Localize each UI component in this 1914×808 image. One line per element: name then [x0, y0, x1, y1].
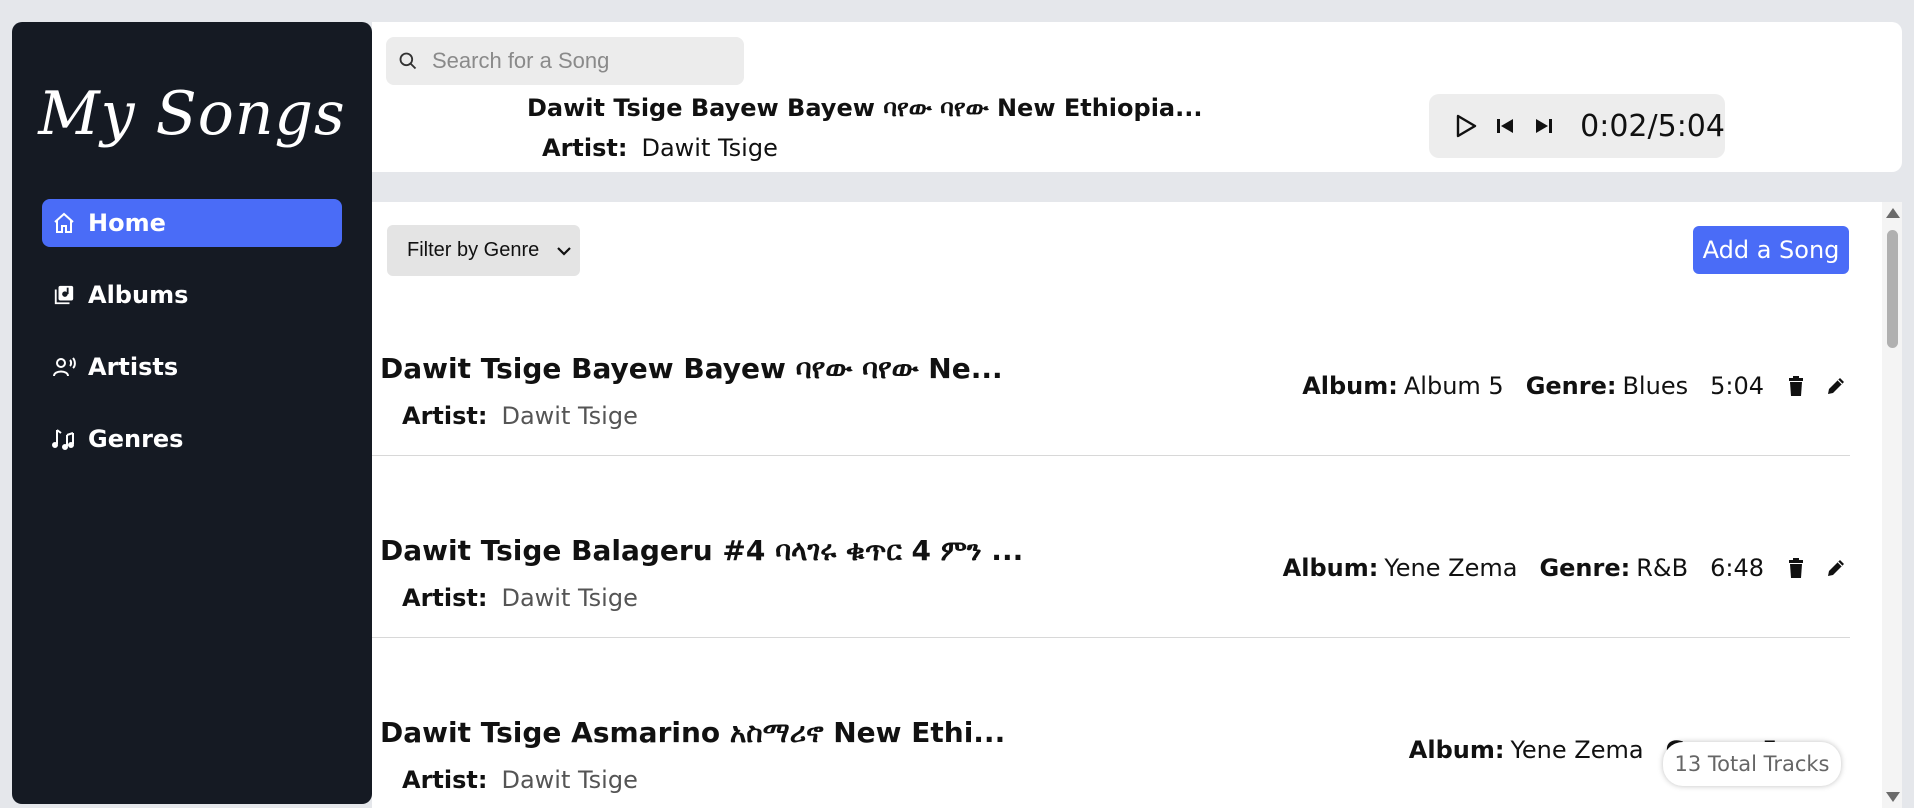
song-row[interactable]: Dawit Tsige Bayew Bayew ባየው ባየው Ne... Ar…: [372, 202, 1850, 456]
artist-label: Artist:: [402, 766, 488, 794]
albums-icon: [50, 281, 78, 309]
sidebar-item-genres[interactable]: Genres: [42, 415, 342, 463]
song-artist: Artist: Dawit Tsige: [402, 766, 638, 794]
sidebar-item-artists[interactable]: Artists: [42, 343, 342, 391]
sidebar-item-home[interactable]: Home: [42, 199, 342, 247]
artists-icon: [50, 353, 78, 381]
album-label: Album:: [1408, 736, 1505, 764]
scrollbar-thumb[interactable]: [1887, 230, 1898, 348]
player-controls: 0:02/5:04: [1429, 94, 1725, 158]
previous-track-icon[interactable]: [1490, 111, 1519, 141]
song-row[interactable]: Dawit Tsige Balageru #4 ባላገሩ ቁጥር 4 ምን ..…: [372, 384, 1850, 638]
total-tracks-badge: 13 Total Tracks: [1663, 742, 1841, 786]
scroll-up-icon[interactable]: [1886, 208, 1900, 218]
song-list-panel: Filter by Genre Add a Song Dawit Tsige B…: [372, 202, 1882, 808]
scroll-down-icon[interactable]: [1886, 792, 1900, 802]
next-track-icon[interactable]: [1529, 111, 1558, 141]
app-logo: My Songs: [38, 79, 346, 149]
sidebar-item-label: Home: [88, 209, 166, 237]
sidebar-item-albums[interactable]: Albums: [42, 271, 342, 319]
sidebar: My Songs Home Albums Artists Genres: [12, 22, 372, 804]
song-row[interactable]: Dawit Tsige Asmarino አስማሪኖ New Ethi... A…: [372, 566, 1850, 794]
artist-name: Dawit Tsige: [641, 134, 778, 162]
playback-time: 0:02/5:04: [1580, 108, 1725, 144]
header: Dawit Tsige Bayew Bayew ባየው ባየው New Ethi…: [372, 22, 1902, 172]
now-playing-artist: Artist: Dawit Tsige: [542, 134, 778, 162]
music-notes-icon: [50, 425, 78, 453]
song-title: Dawit Tsige Asmarino አስማሪኖ New Ethi...: [380, 716, 1006, 749]
search-input[interactable]: [430, 47, 724, 75]
sidebar-item-label: Genres: [88, 425, 184, 453]
now-playing-title: Dawit Tsige Bayew Bayew ባየው ባየው New Ethi…: [527, 94, 1203, 122]
scrollbar[interactable]: [1882, 202, 1902, 808]
artist-label: Artist:: [542, 134, 628, 162]
album-value: Yene Zema: [1510, 736, 1644, 764]
artist-name: Dawit Tsige: [501, 766, 638, 794]
search-icon: [398, 50, 420, 72]
home-icon: [50, 209, 78, 237]
play-icon[interactable]: [1451, 111, 1480, 141]
song-title: Dawit Tsige Balageru #4 ባላገሩ ቁጥር 4 ምን ..…: [380, 534, 1024, 567]
song-title: Dawit Tsige Bayew Bayew ባየው ባየው Ne...: [380, 352, 1003, 385]
search-box[interactable]: [386, 37, 744, 85]
sidebar-item-label: Artists: [88, 353, 179, 381]
sidebar-item-label: Albums: [88, 281, 189, 309]
